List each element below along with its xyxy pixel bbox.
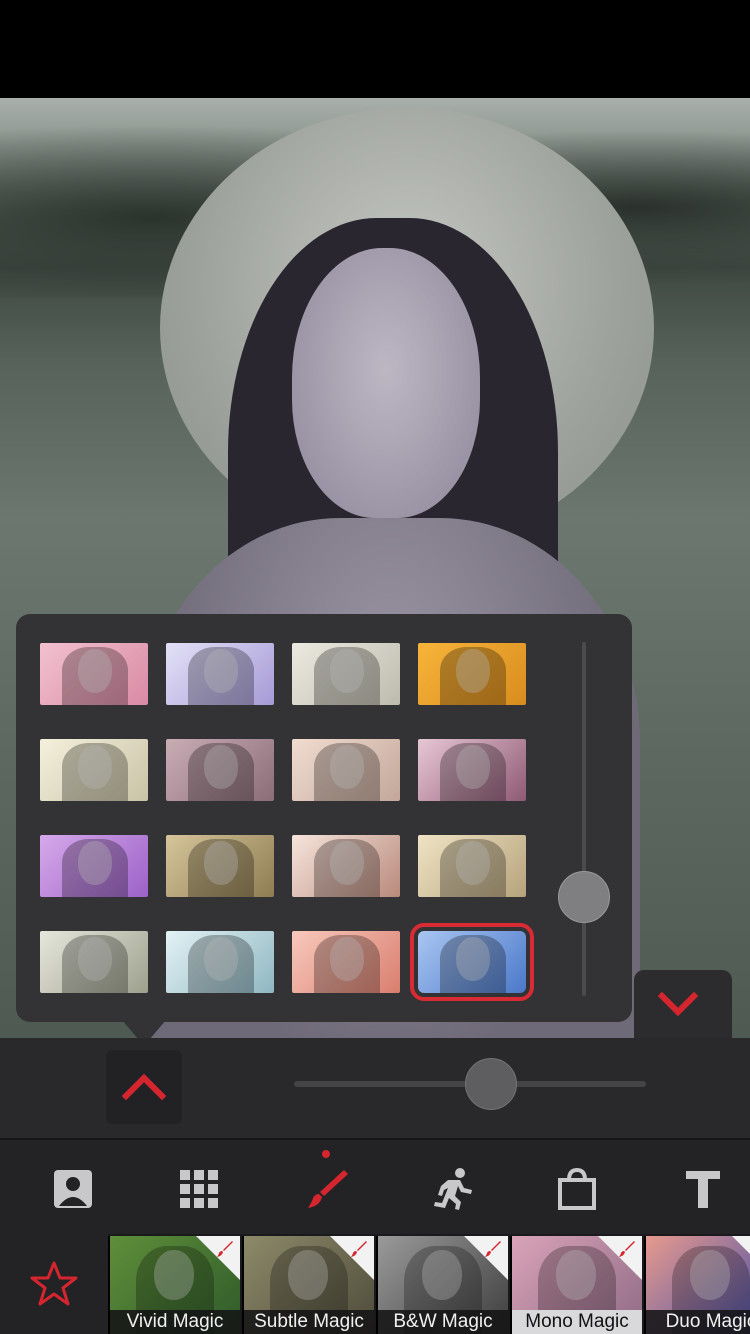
preset-label: Duo Magic [646,1310,750,1334]
active-tool-indicator [322,1150,330,1158]
preset-item[interactable]: Mono Magic [510,1236,642,1334]
chevron-down-icon [657,991,699,1017]
strength-slider-knob[interactable] [465,1058,518,1110]
tool-bar [0,1140,750,1234]
filter-thumbnail[interactable] [418,739,526,801]
photo-subject-face [292,248,480,518]
text-tool-button[interactable] [678,1164,728,1214]
intensity-slider-track[interactable] [582,642,586,996]
filter-thumbnail[interactable] [40,931,148,993]
preset-edit-corner[interactable] [732,1236,750,1280]
filter-thumbnail[interactable] [418,835,526,897]
grid-tool-button[interactable] [174,1164,224,1214]
filter-thumbnail[interactable] [166,931,274,993]
filter-thumbnail[interactable] [292,835,400,897]
filter-thumbnail[interactable] [292,643,400,705]
filter-thumbnail[interactable] [40,739,148,801]
shop-tool-button[interactable] [552,1164,602,1214]
brush-icon [308,1170,348,1208]
filter-thumbnail[interactable] [166,739,274,801]
brush-icon [351,1241,367,1257]
preset-item[interactable]: B&W Magic [376,1236,508,1334]
filter-thumbnail[interactable] [292,739,400,801]
preset-label: B&W Magic [378,1310,508,1334]
portrait-tool-button[interactable] [48,1164,98,1214]
filter-thumbnail[interactable] [166,643,274,705]
favorites-button[interactable] [0,1234,108,1334]
preset-label: Mono Magic [512,1310,642,1334]
filter-thumbnail[interactable] [410,923,534,1001]
preset-item[interactable]: Subtle Magic [242,1236,374,1334]
brush-tool-button[interactable] [302,1164,352,1214]
intensity-slider-knob[interactable] [558,870,610,923]
preset-item[interactable]: Duo Magic [644,1236,750,1334]
preset-label: Vivid Magic [110,1310,240,1334]
filter-thumbnail[interactable] [418,643,526,705]
brush-icon [619,1241,635,1257]
running-figure-icon [434,1168,472,1210]
chevron-up-icon [121,1073,167,1101]
expand-filters-button[interactable] [106,1050,182,1124]
effects-tool-button[interactable] [428,1164,478,1214]
filter-thumbnail[interactable] [40,643,148,705]
star-icon [30,1261,78,1306]
text-icon [686,1171,720,1208]
filter-thumbnail[interactable] [40,835,148,897]
filter-thumbnail[interactable] [166,835,274,897]
brush-icon [485,1241,501,1257]
grid-icon [180,1170,218,1208]
brush-icon [217,1241,233,1257]
portrait-icon [54,1170,92,1208]
filter-thumbnail[interactable] [292,931,400,993]
preset-label: Subtle Magic [244,1310,374,1334]
status-bar [0,0,750,98]
collapse-popup-button[interactable] [634,970,732,1038]
preset-item[interactable]: Vivid Magic [108,1236,240,1334]
bag-icon [558,1167,596,1210]
